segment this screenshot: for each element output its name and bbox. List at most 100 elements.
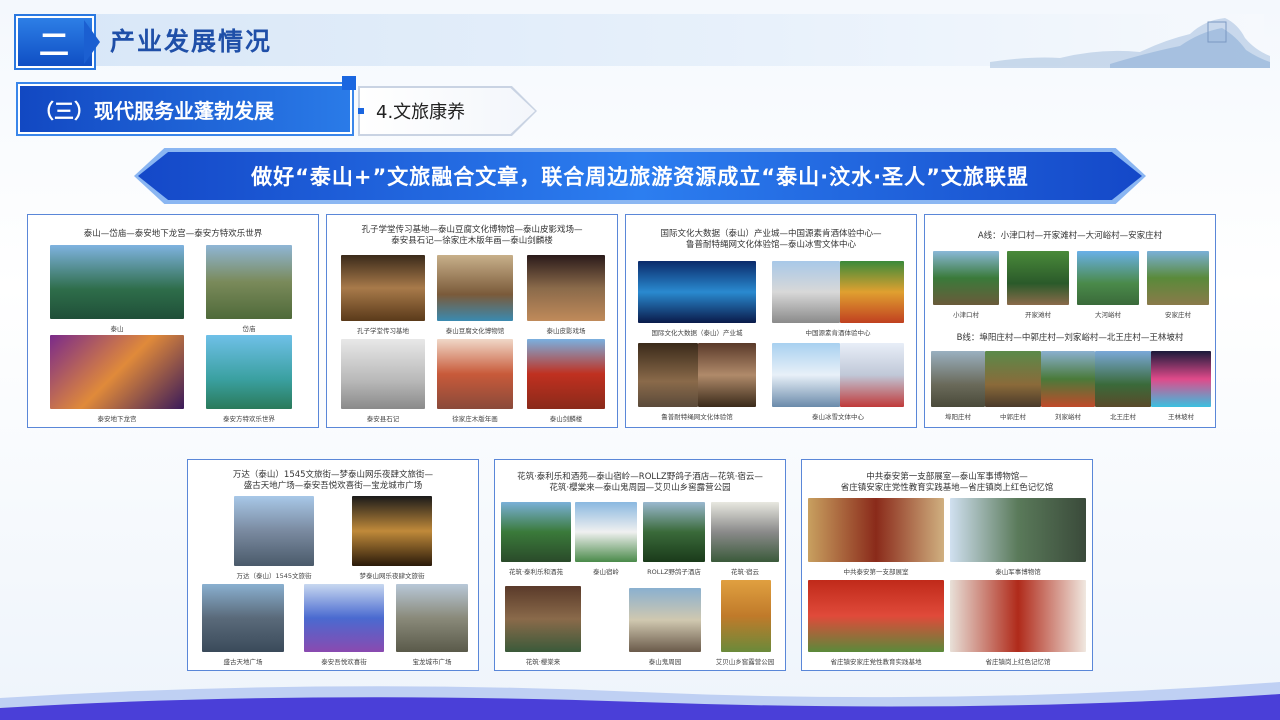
panel-title: 万达（泰山）1545文旅街—梦泰山网乐夜肆文旅街— bbox=[232, 470, 434, 480]
caption: 鲁普耐特绳网文化体验馆 bbox=[661, 413, 733, 421]
bottom-wave-decoration bbox=[0, 682, 1280, 720]
panel-title: 省庄镇安家庄党性教育实践基地—省庄镇岗上红色记忆馆 bbox=[840, 483, 1054, 493]
route-b-title: B线：埠阳庄村—中郭庄村—刘家峪村—北王庄村—王林坡村 bbox=[956, 333, 1184, 343]
panel-title: 中共泰安第一支部展室—泰山军事博物馆— bbox=[866, 472, 1028, 482]
panel-taishan-route: 泰山—岱庙—泰安地下龙宫—泰安方特欢乐世界 泰山 岱庙 泰安地下龙宫 泰安方特欢… bbox=[27, 214, 319, 428]
caption: 中国源素肯酒体验中心 bbox=[805, 329, 871, 337]
panel-rural-routes: A线：小津口村—开家滩村—大河峪村—安家庄村 小津口村 开家滩村 大河峪村 安家… bbox=[924, 214, 1216, 428]
page-title: 产业发展情况 bbox=[110, 27, 273, 56]
photo bbox=[396, 584, 468, 652]
caption: 花筑·泰利乐和酒苑 bbox=[508, 568, 564, 576]
caption: 王林坡村 bbox=[1168, 413, 1194, 421]
caption: 徐家庄木版年画 bbox=[452, 415, 498, 423]
photo bbox=[527, 339, 605, 409]
panel-title: 国际文化大数据（泰山）产业城—中国源素肯酒体验中心— bbox=[660, 229, 882, 239]
caption: ROLLZ野鸽子酒店 bbox=[647, 568, 701, 576]
photo bbox=[808, 498, 944, 562]
subsection-title: （三）现代服务业蓬勃发展 bbox=[18, 84, 352, 134]
photo bbox=[304, 584, 384, 652]
caption: 泰山剑麟楼 bbox=[549, 415, 583, 423]
photo-taishan bbox=[50, 245, 184, 319]
caption: 中郭庄村 bbox=[1000, 413, 1026, 421]
caption: 泰山军事博物馆 bbox=[995, 568, 1041, 576]
photo bbox=[629, 588, 701, 652]
photo bbox=[985, 351, 1041, 407]
panel-boutique-hotels: 花筑·泰利乐和酒苑—泰山宿岭—ROLLZ野鸽子酒店—花筑·宿云— 花筑·櫻棠来—… bbox=[494, 459, 786, 671]
photo-underground-palace bbox=[50, 335, 184, 409]
caption: 中共泰安第一支部展室 bbox=[843, 568, 909, 576]
photo bbox=[437, 339, 513, 409]
photo bbox=[1077, 251, 1139, 305]
caption: 泰安吾悦欢喜街 bbox=[321, 658, 367, 666]
panel-title: 孔子学堂传习基地—泰山豆腐文化博物馆—泰山皮影戏场— bbox=[361, 225, 583, 235]
photo-daimiao bbox=[206, 245, 292, 319]
caption: 省庄镇岗上红色记忆馆 bbox=[985, 658, 1051, 666]
panel-digital-culture: 国际文化大数据（泰山）产业城—中国源素肯酒体验中心— 鲁普耐特绳网文化体验馆—泰… bbox=[625, 214, 917, 428]
route-a-title: A线：小津口村—开家滩村—大河峪村—安家庄村 bbox=[977, 231, 1163, 241]
caption: 埠阳庄村 bbox=[945, 413, 971, 421]
caption: 梦泰山网乐夜肆文旅街 bbox=[359, 572, 425, 580]
photo bbox=[501, 502, 571, 562]
photo bbox=[931, 351, 985, 407]
caption: 泰山冰雪文体中心 bbox=[812, 413, 864, 421]
bullet-icon bbox=[358, 108, 364, 114]
photo bbox=[505, 586, 581, 652]
photo bbox=[772, 343, 840, 407]
section-number-badge: 二 bbox=[16, 16, 94, 68]
photo bbox=[202, 584, 284, 652]
headline-banner: 做好“泰山+”文旅融合文章，联合周边旅游资源成立“泰山·汶水·圣人”文旅联盟 bbox=[138, 152, 1142, 200]
photo bbox=[772, 261, 840, 323]
photo bbox=[721, 580, 771, 652]
panel-title: 泰山—岱庙—泰安地下龙宫—泰安方特欢乐世界 bbox=[83, 229, 263, 239]
panel-title: 盛古天地广场—泰安吾悦欢喜街—宝龙城市广场 bbox=[243, 481, 423, 491]
caption: 北王庄村 bbox=[1110, 413, 1136, 421]
caption: 花筑·宿云 bbox=[730, 568, 760, 576]
caption: 艾贝山乡窖露营公园 bbox=[715, 658, 775, 666]
photo bbox=[638, 261, 756, 323]
caption: 宝龙城市广场 bbox=[412, 658, 452, 666]
photo bbox=[840, 261, 904, 323]
photo bbox=[698, 343, 756, 407]
photo bbox=[933, 251, 999, 305]
photo bbox=[840, 343, 904, 407]
photo bbox=[1007, 251, 1069, 305]
caption: 省庄镇安家庄党性教育实践基地 bbox=[830, 658, 922, 666]
panel-culture-heritage: 孔子学堂传习基地—泰山豆腐文化博物馆—泰山皮影戏场— 泰安县石记—徐家庄木版年画… bbox=[326, 214, 618, 428]
photo bbox=[352, 496, 432, 566]
panel-title: 花筑·櫻棠来—泰山鬼周园—艾贝山乡窖露营公园 bbox=[549, 483, 731, 493]
panel-title: 鲁普耐特绳网文化体验馆—泰山冰雪文体中心 bbox=[685, 240, 856, 250]
photo bbox=[1151, 351, 1211, 407]
section-arrow-icon bbox=[84, 20, 100, 64]
corner-square-icon bbox=[342, 76, 356, 90]
caption: 岱庙 bbox=[242, 325, 256, 333]
photo-fantawild bbox=[206, 335, 292, 409]
caption: 安家庄村 bbox=[1165, 311, 1191, 319]
panel-commercial-streets: 万达（泰山）1545文旅街—梦泰山网乐夜肆文旅街— 盛古天地广场—泰安吾悦欢喜街… bbox=[187, 459, 479, 671]
caption: 开家滩村 bbox=[1025, 311, 1051, 319]
caption: 泰安地下龙宫 bbox=[97, 415, 137, 423]
photo bbox=[1041, 351, 1095, 407]
caption: 泰山宿岭 bbox=[593, 568, 619, 576]
photo bbox=[808, 580, 944, 652]
photo bbox=[711, 502, 779, 562]
photo bbox=[950, 498, 1086, 562]
caption: 泰安方特欢乐世界 bbox=[223, 415, 275, 423]
caption: 泰山皮影戏场 bbox=[546, 327, 586, 335]
caption: 泰安县石记 bbox=[366, 415, 400, 423]
panel-red-education: 中共泰安第一支部展室—泰山军事博物馆— 省庄镇安家庄党性教育实践基地—省庄镇岗上… bbox=[801, 459, 1093, 671]
caption: 刘家峪村 bbox=[1055, 413, 1081, 421]
tab-cultural-tourism[interactable]: 4.文旅康养 bbox=[360, 88, 535, 134]
photo bbox=[638, 343, 698, 407]
caption: 泰山豆腐文化博物馆 bbox=[445, 327, 505, 335]
photo bbox=[643, 502, 705, 562]
caption: 大河峪村 bbox=[1095, 311, 1121, 319]
photo bbox=[341, 339, 425, 409]
photo bbox=[575, 502, 637, 562]
photo bbox=[1095, 351, 1151, 407]
caption: 万达（泰山）1545文旅街 bbox=[236, 572, 312, 580]
photo bbox=[341, 255, 425, 321]
caption: 孔子学堂传习基地 bbox=[357, 327, 409, 335]
caption: 花筑·櫻棠来 bbox=[525, 658, 561, 666]
panel-title: 花筑·泰利乐和酒苑—泰山宿岭—ROLLZ野鸽子酒店—花筑·宿云— bbox=[517, 472, 763, 482]
caption: 国际文化大数据（泰山）产业城 bbox=[651, 329, 743, 337]
